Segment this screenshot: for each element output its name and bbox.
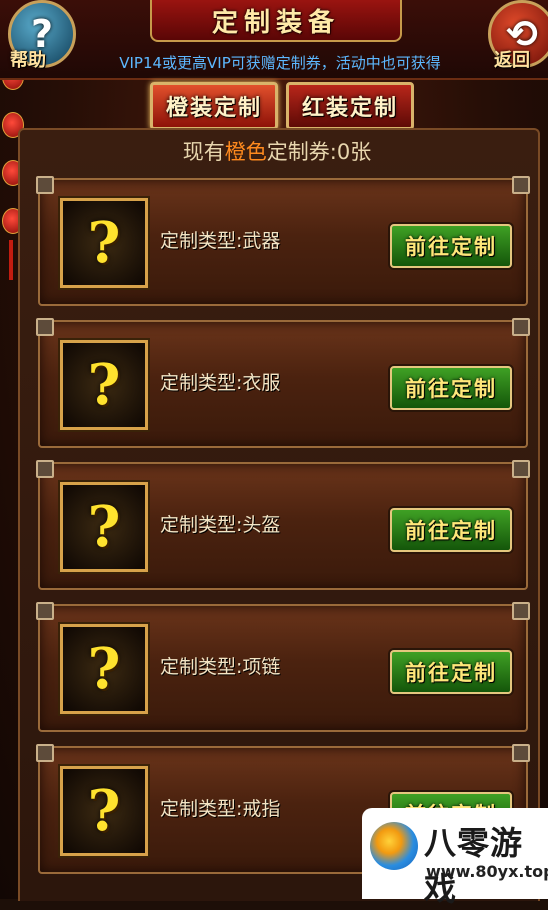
site-logo-icon xyxy=(370,822,418,870)
tab-red-custom[interactable]: 红装定制 xyxy=(286,82,414,130)
corner-ornament xyxy=(512,318,530,336)
watermark-url: www.80yx.top xyxy=(426,862,548,881)
question-icon: ? xyxy=(87,778,121,844)
corner-ornament xyxy=(512,176,530,194)
go-customize-button[interactable]: 前往定制 xyxy=(390,508,512,552)
item-type-label: 定制类型:项链 xyxy=(160,656,281,678)
corner-ornament xyxy=(512,460,530,478)
site-watermark: 八零游戏 www.80yx.top xyxy=(362,808,548,908)
weapon-mystery-icon[interactable]: ? xyxy=(60,198,148,288)
tab-orange-custom[interactable]: 橙装定制 xyxy=(150,82,278,130)
coupon-prefix: 现有 xyxy=(182,140,225,164)
item-type-label: 定制类型:武器 xyxy=(160,230,281,252)
corner-ornament xyxy=(36,176,54,194)
question-icon: ? xyxy=(87,494,121,560)
title-plate: 定制装备 xyxy=(150,0,402,42)
question-icon: ? xyxy=(87,636,121,702)
go-customize-button[interactable]: 前往定制 xyxy=(390,366,512,410)
coupon-count: 现有橙色定制券:0张 xyxy=(18,136,536,166)
item-type-label: 定制类型:头盔 xyxy=(160,514,281,536)
custom-item-card: ? 定制类型:项链 前往定制 xyxy=(36,602,530,732)
corner-ornament xyxy=(36,460,54,478)
armor-mystery-icon[interactable]: ? xyxy=(60,340,148,430)
custom-item-card: ? 定制类型:武器 前往定制 xyxy=(36,176,530,306)
page-title: 定制装备 xyxy=(211,7,340,38)
custom-item-card: ? 定制类型:衣服 前往定制 xyxy=(36,318,530,448)
corner-ornament xyxy=(512,602,530,620)
coupon-suffix: 定制券:0张 xyxy=(266,140,372,164)
question-icon: ? xyxy=(87,352,121,418)
coupon-highlight: 橙色 xyxy=(224,140,267,164)
item-type-label: 定制类型:衣服 xyxy=(160,372,281,394)
custom-item-card: ? 定制类型:头盔 前往定制 xyxy=(36,460,530,590)
corner-ornament xyxy=(36,602,54,620)
back-label[interactable]: 返回 xyxy=(494,46,530,72)
item-type-label: 定制类型:戒指 xyxy=(160,798,281,820)
go-customize-button[interactable]: 前往定制 xyxy=(390,224,512,268)
vip-note: VIP14或更高VIP可获赠定制券，活动中也可获得 xyxy=(119,54,441,72)
ring-mystery-icon[interactable]: ? xyxy=(60,766,148,856)
help-label[interactable]: 帮助 xyxy=(10,46,46,72)
go-customize-button[interactable]: 前往定制 xyxy=(390,650,512,694)
helmet-mystery-icon[interactable]: ? xyxy=(60,482,148,572)
corner-ornament xyxy=(512,744,530,762)
corner-ornament xyxy=(36,318,54,336)
tassel-icon xyxy=(9,240,13,280)
question-icon: ? xyxy=(87,210,121,276)
necklace-mystery-icon[interactable]: ? xyxy=(60,624,148,714)
corner-ornament xyxy=(36,744,54,762)
